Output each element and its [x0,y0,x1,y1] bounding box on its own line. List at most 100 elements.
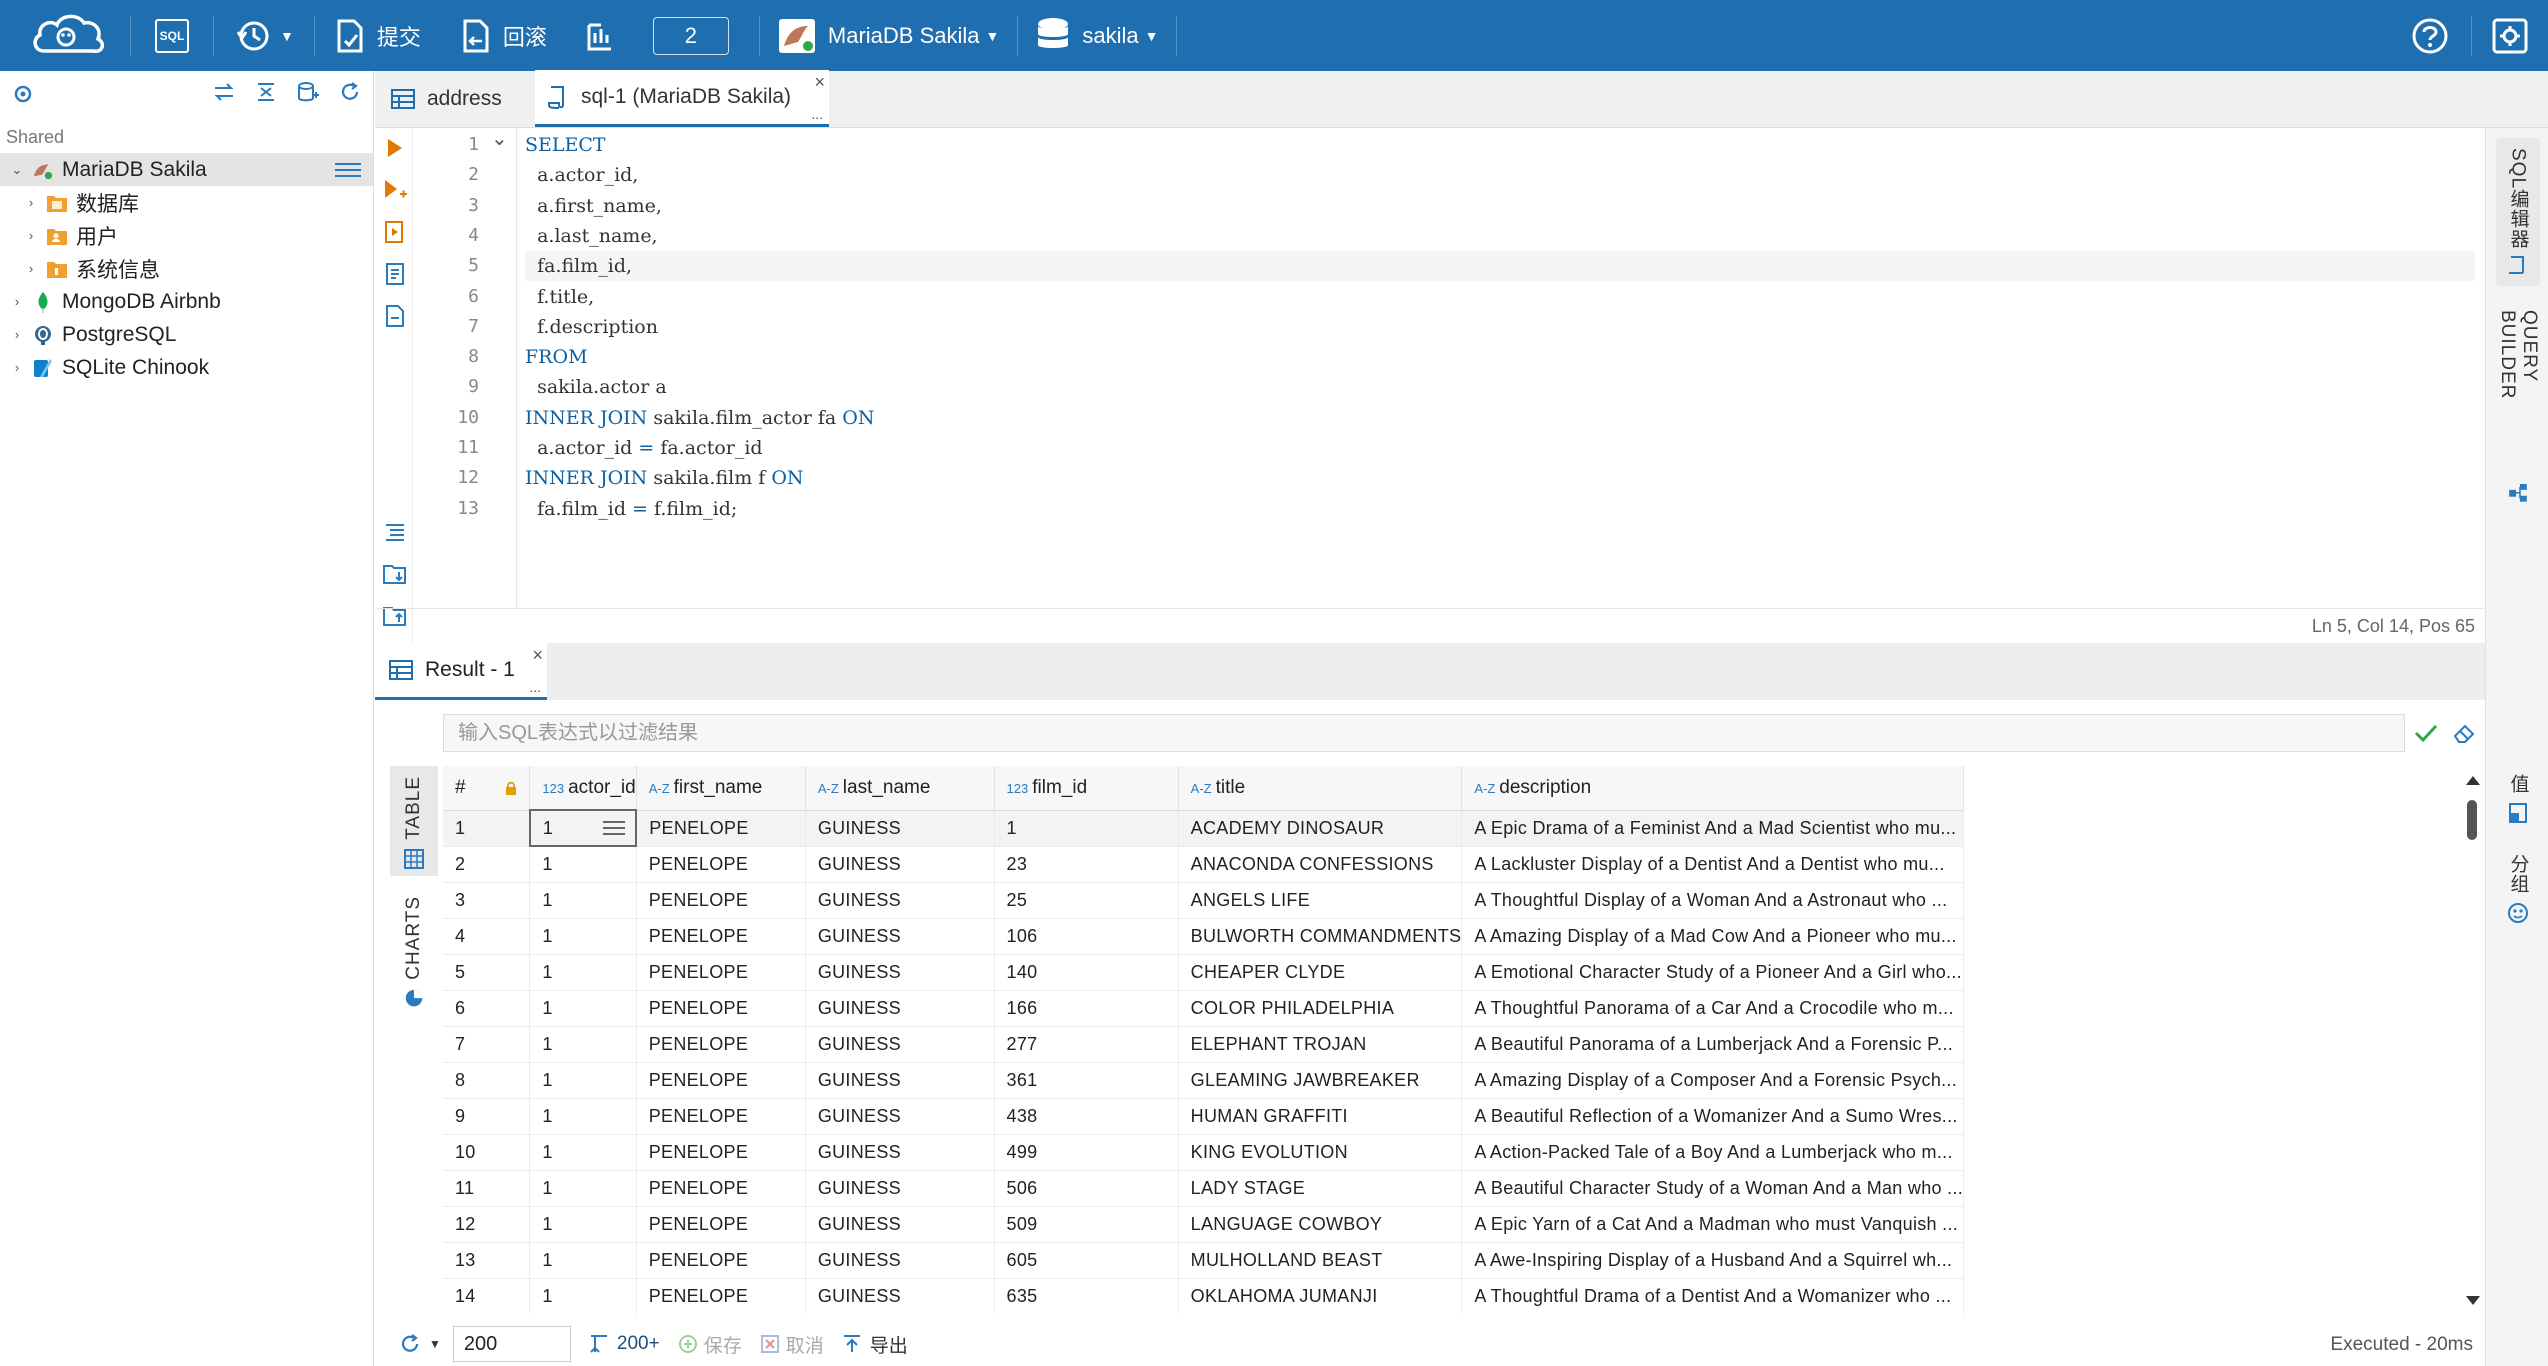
close-icon[interactable]: × [814,72,825,93]
cell-description[interactable]: A Thoughtful Drama of a Dentist And a Wo… [1461,1278,1965,1314]
more-icon[interactable]: ... [529,679,541,695]
cell-description[interactable]: A Thoughtful Display of a Woman And a As… [1461,882,1965,919]
cell-film-id[interactable]: 166 [994,990,1179,1027]
cell-film-id[interactable]: 23 [994,846,1179,883]
pending-transaction-count[interactable]: 2 [652,16,729,55]
cell-film-id[interactable]: 499 [994,1134,1179,1171]
table-row[interactable]: 2 1 PENELOPE GUINESS 23 ANACONDA CONFESSIONS A… [443,846,2483,883]
cell-description[interactable]: A Amazing Display of a Composer And a Fo… [1461,1062,1965,1099]
cell-title[interactable]: ELEPHANT TROJAN [1178,1026,1463,1063]
cell-actor-id[interactable]: 1 [529,882,637,919]
code-line[interactable]: sakila.actor a [525,372,2475,402]
code-line[interactable]: INNER JOIN sakila.film f ON [525,463,2475,493]
cell-description[interactable]: A Lackluster Display of a Dentist And a … [1461,846,1965,883]
tree-item-system-info[interactable]: › 系统信息 [0,252,373,285]
cell-title[interactable]: LANGUAGE COWBOY [1178,1206,1463,1243]
cell-first-name[interactable]: PENELOPE [636,1098,806,1135]
fold-toggle-icon[interactable]: ⌄ [491,126,508,151]
cell-last-name[interactable]: GUINESS [805,846,995,883]
cell-first-name[interactable]: PENELOPE [636,1026,806,1063]
rollback-button[interactable]: 回滚 [441,0,567,71]
cell-last-name[interactable]: GUINESS [805,1026,995,1063]
cell-first-name[interactable]: PENELOPE [636,1242,806,1279]
cell-first-name[interactable]: PENELOPE [636,1134,806,1171]
cell-film-id[interactable]: 140 [994,954,1179,991]
cell-title[interactable]: MULHOLLAND BEAST [1178,1242,1463,1279]
cell-rownum[interactable]: 10 [443,1134,531,1171]
cell-film-id[interactable]: 506 [994,1170,1179,1207]
cell-rownum[interactable]: 12 [443,1206,531,1243]
scrollbar-thumb[interactable] [2467,800,2477,840]
code-line[interactable]: SELECT [525,130,2475,160]
cell-description[interactable]: A Emotional Character Study of a Pioneer… [1461,954,1965,991]
cell-title[interactable]: COLOR PHILADELPHIA [1178,990,1463,1027]
cell-description[interactable]: A Awe-Inspiring Display of a Husband And… [1461,1242,1965,1279]
clear-filter-button[interactable] [2449,718,2479,748]
table-row[interactable]: 9 1 PENELOPE GUINESS 438 HUMAN GRAFFITI A Beau… [443,1098,2483,1135]
cell-actor-id[interactable]: 1 [529,1206,637,1243]
cell-rownum[interactable]: 5 [443,954,531,991]
table-row[interactable]: 5 1 PENELOPE GUINESS 140 CHEAPER CLYDE A Emoti… [443,954,2483,991]
cell-description[interactable]: A Thoughtful Panorama of a Car And a Cro… [1461,990,1965,1027]
cell-film-id[interactable]: 25 [994,882,1179,919]
cell-rownum[interactable]: 11 [443,1170,531,1207]
chevron-right-icon[interactable]: › [24,261,38,276]
table-row[interactable]: 3 1 PENELOPE GUINESS 25 ANGELS LIFE A Thoughtf… [443,882,2483,919]
cell-actor-id[interactable]: 1 [529,846,637,883]
cell-last-name[interactable]: GUINESS [805,1278,995,1314]
cell-last-name[interactable]: GUINESS [805,1134,995,1171]
cell-last-name[interactable]: GUINESS [805,954,995,991]
cell-rownum[interactable]: 3 [443,882,531,919]
code-line[interactable]: FROM [525,342,2475,372]
tree-item-mariadb-sakila[interactable]: ⌄ MariaDB Sakila [0,153,373,186]
cell-first-name[interactable]: PENELOPE [636,882,806,919]
schema-selector[interactable]: sakila ▼ [1018,0,1176,71]
cell-title[interactable]: ACADEMY DINOSAUR [1178,810,1463,847]
cell-film-id[interactable]: 438 [994,1098,1179,1135]
table-row[interactable]: 8 1 PENELOPE GUINESS 361 GLEAMING JAWBREAKER A… [443,1062,2483,1099]
format-sql-button[interactable] [383,520,407,544]
table-row[interactable]: 14 1 PENELOPE GUINESS 635 OKLAHOMA JUMANJI A T… [443,1278,2483,1314]
column-header-description[interactable]: A-Z description [1461,766,1965,811]
cell-film-id[interactable]: 509 [994,1206,1179,1243]
code-line[interactable]: INNER JOIN sakila.film_actor fa ON [525,403,2475,433]
cell-last-name[interactable]: GUINESS [805,810,995,847]
cell-actor-id[interactable]: 1 [528,809,638,847]
chevron-down-icon[interactable]: ⌄ [10,162,24,178]
tree-item-sqlite-chinook[interactable]: › SQLite Chinook [0,351,373,384]
cell-first-name[interactable]: PENELOPE [636,1170,806,1207]
cell-rownum[interactable]: 9 [443,1098,531,1135]
transaction-log-button[interactable] [567,0,631,71]
tree-item-postgresql[interactable]: › PostgreSQL [0,318,373,351]
cell-actor-id[interactable]: 1 [529,1278,637,1314]
export-button[interactable]: 导出 [842,1331,908,1358]
collapse-all-button[interactable] [251,77,281,107]
cell-actor-id[interactable]: 1 [529,1026,637,1063]
cell-description[interactable]: A Amazing Display of a Mad Cow And a Pio… [1461,918,1965,955]
tab-grouping[interactable]: 分组 [2496,848,2540,928]
chevron-right-icon[interactable]: › [10,360,24,375]
cell-film-id[interactable]: 635 [994,1278,1179,1314]
chevron-right-icon[interactable]: › [10,327,24,342]
cell-rownum[interactable]: 4 [443,918,531,955]
cell-title[interactable]: OKLAHOMA JUMANJI [1178,1278,1463,1314]
column-header-title[interactable]: A-Z title [1178,766,1463,811]
cell-rownum[interactable]: 14 [443,1278,531,1314]
chevron-right-icon[interactable]: › [24,195,38,210]
cell-film-id[interactable]: 277 [994,1026,1179,1063]
cell-actor-id[interactable]: 1 [529,1134,637,1171]
cell-actor-id[interactable]: 1 [529,1170,637,1207]
open-script-button[interactable] [383,562,407,586]
execute-statement-button[interactable] [383,136,407,160]
cell-title[interactable]: LADY STAGE [1178,1170,1463,1207]
table-row[interactable]: 11 1 PENELOPE GUINESS 506 LADY STAGE A Beautif… [443,1170,2483,1207]
new-sql-editor-button[interactable]: SQL [131,0,213,71]
cell-title[interactable]: GLEAMING JAWBREAKER [1178,1062,1463,1099]
table-row[interactable]: 12 1 PENELOPE GUINESS 509 LANGUAGE COWBOY A Ep… [443,1206,2483,1243]
cell-actor-id[interactable]: 1 [529,1062,637,1099]
tab-query-builder[interactable]: QUERY BUILDER [2496,304,2540,504]
cell-first-name[interactable]: PENELOPE [636,918,806,955]
cell-rownum[interactable]: 1 [443,810,531,847]
connection-selector[interactable]: MariaDB Sakila ▼ [760,0,1017,71]
column-header-film-id[interactable]: 123 film_id [994,766,1179,811]
